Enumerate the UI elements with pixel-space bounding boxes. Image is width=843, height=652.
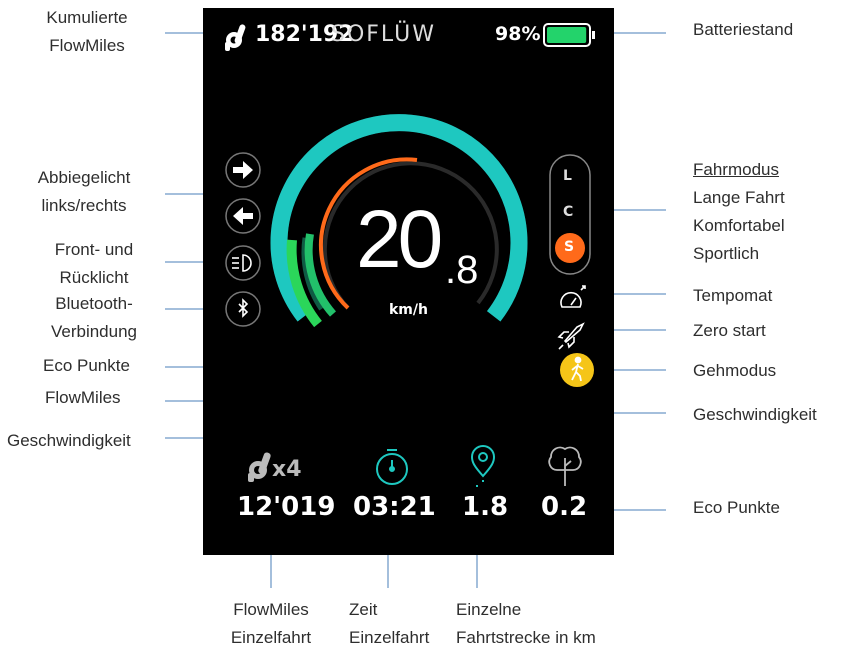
tree-icon — [548, 446, 582, 486]
label-eco-right: Eco Punkte — [693, 498, 780, 517]
label-gehmodus: Gehmodus — [693, 361, 777, 380]
stat-eco: 0.2 — [541, 492, 588, 522]
stopwatch-icon — [376, 449, 408, 485]
label-bluetooth: Bluetooth- Verbindung — [50, 294, 138, 341]
mode-c: C — [563, 204, 574, 220]
mode-s: S — [564, 239, 575, 255]
label-zeit: Zeit Einzelfahrt — [349, 600, 430, 647]
label-eco-left: Eco Punkte — [43, 356, 130, 375]
label-flowmiles-single: FlowMiles Einzelfahrt — [230, 600, 312, 647]
tempomat-icon — [560, 285, 586, 308]
label-abbiegelicht: Abbiegelicht links/rechts — [37, 168, 131, 215]
scooter-display: 182'192 SOFLÜW 98% 20 .8 km/h L C S x4 1… — [203, 8, 614, 555]
speed-value: 20 — [356, 194, 443, 285]
label-batterie: Batteriestand — [693, 20, 794, 39]
location-pin-icon — [470, 445, 496, 487]
multiplier: x4 — [272, 457, 302, 482]
label-kumulierte: Kumulierte FlowMiles — [46, 8, 128, 55]
stat-time: 03:21 — [353, 492, 436, 522]
label-zero-start: Zero start — [693, 321, 766, 340]
brand-logo: SOFLÜW — [331, 22, 436, 47]
speed-unit: km/h — [389, 302, 428, 318]
label-fahrmodus: Fahrmodus Lange Fahrt Komfortabel Sportl… — [693, 160, 785, 263]
stat-flowmiles: 12'019 — [237, 492, 336, 522]
battery-icon — [543, 23, 595, 47]
rocket-icon — [557, 322, 585, 350]
label-frontlicht: Front- und Rücklicht — [54, 240, 134, 287]
stat-distance: 1.8 — [462, 492, 509, 522]
battery-percent: 98% — [495, 23, 541, 45]
speed-decimal: .8 — [445, 248, 479, 292]
label-speed-right: Geschwindigkeit — [693, 405, 817, 424]
flowmiles-multiplier-icon — [248, 452, 271, 482]
flowmiles-icon — [225, 24, 246, 51]
label-strecke: Einzelne Fahrtstrecke in km — [456, 600, 596, 647]
mode-l: L — [563, 168, 572, 184]
label-tempomat: Tempomat — [693, 286, 773, 305]
label-speed-left: Geschwindigkeit — [7, 431, 131, 450]
label-flowmiles-left: FlowMiles — [45, 388, 121, 407]
